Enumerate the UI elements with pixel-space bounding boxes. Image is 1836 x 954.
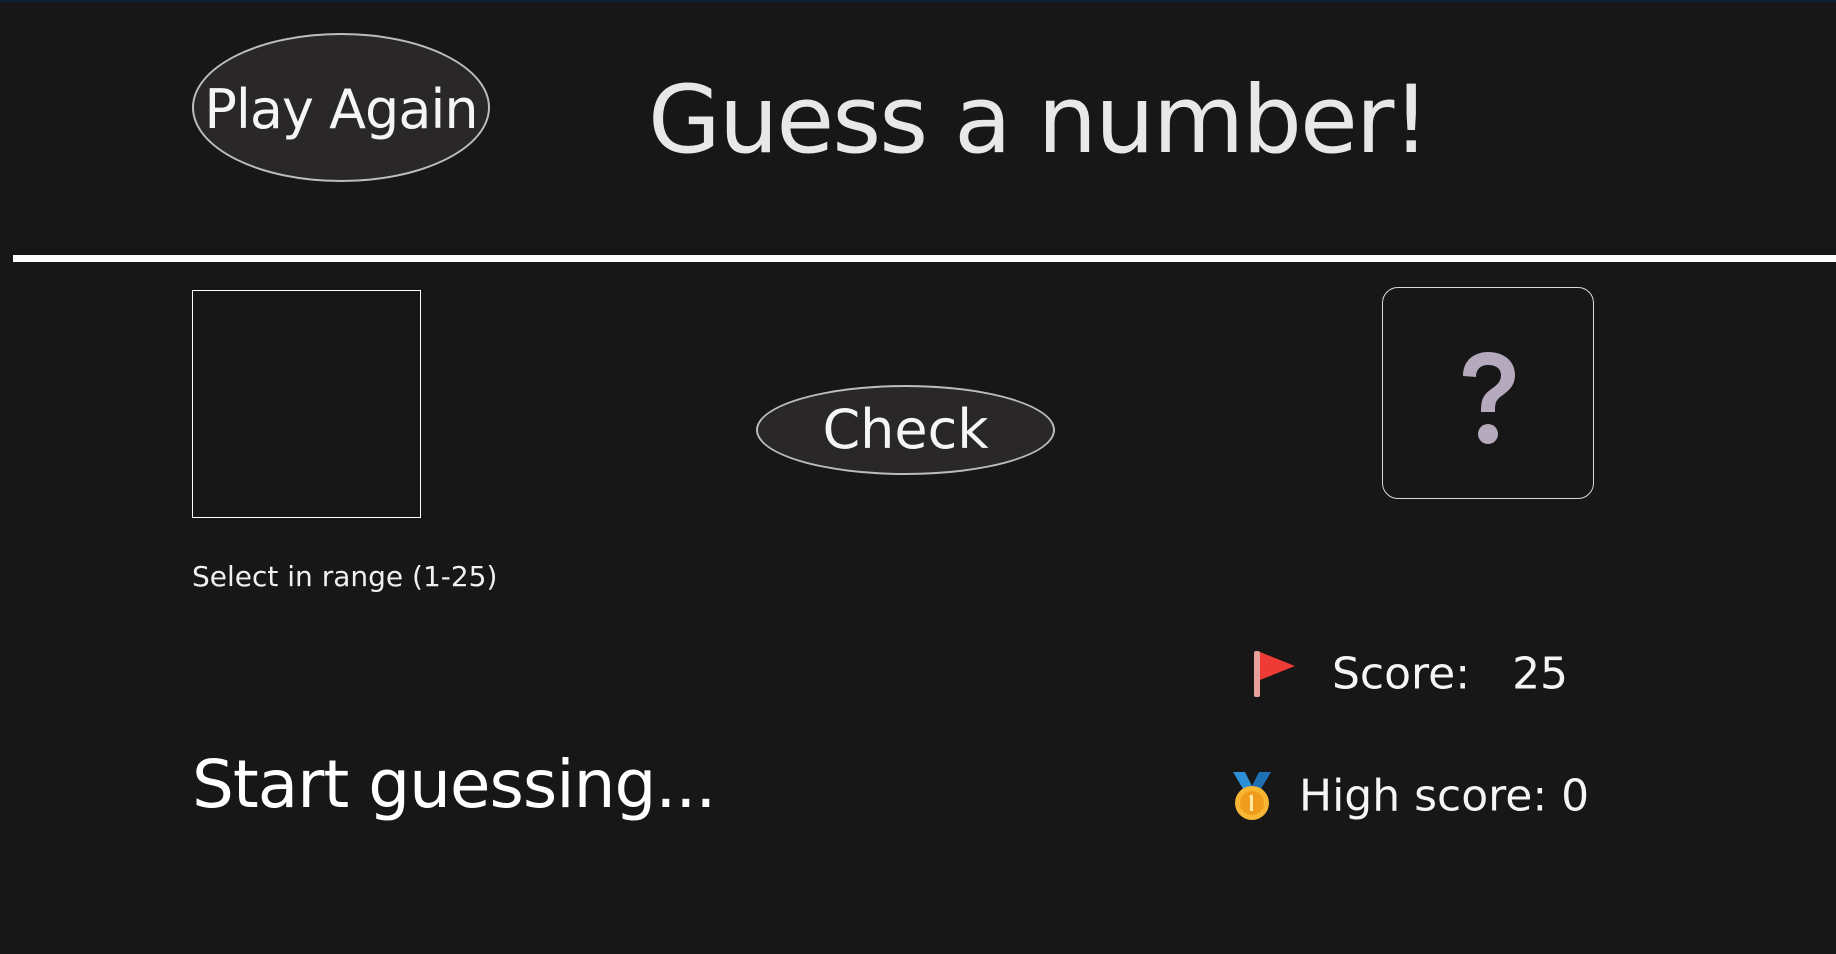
question-mark-icon xyxy=(1463,352,1515,444)
red-flag-icon xyxy=(1254,651,1295,697)
range-hint: Select in range (1-25) xyxy=(192,560,498,593)
score-value: 25 xyxy=(1512,648,1569,700)
gold-medal-icon xyxy=(1233,772,1271,820)
play-again-button[interactable]: Play Again xyxy=(192,33,490,182)
guess-input[interactable] xyxy=(192,290,421,518)
status-message: Start guessing... xyxy=(192,746,716,823)
high-score-label: High score: xyxy=(1299,770,1548,822)
high-score-row: High score: 0 xyxy=(1229,768,1589,828)
header-divider xyxy=(13,255,1836,262)
secret-number-box xyxy=(1382,287,1594,499)
page-title: Guess a number! xyxy=(648,66,1430,175)
high-score-value: 0 xyxy=(1561,770,1590,822)
check-button[interactable]: Check xyxy=(756,385,1055,475)
header: Play Again Guess a number! xyxy=(0,2,1836,257)
score-label: Score: xyxy=(1332,648,1471,700)
score-row: Score: 25 xyxy=(1252,646,1568,706)
